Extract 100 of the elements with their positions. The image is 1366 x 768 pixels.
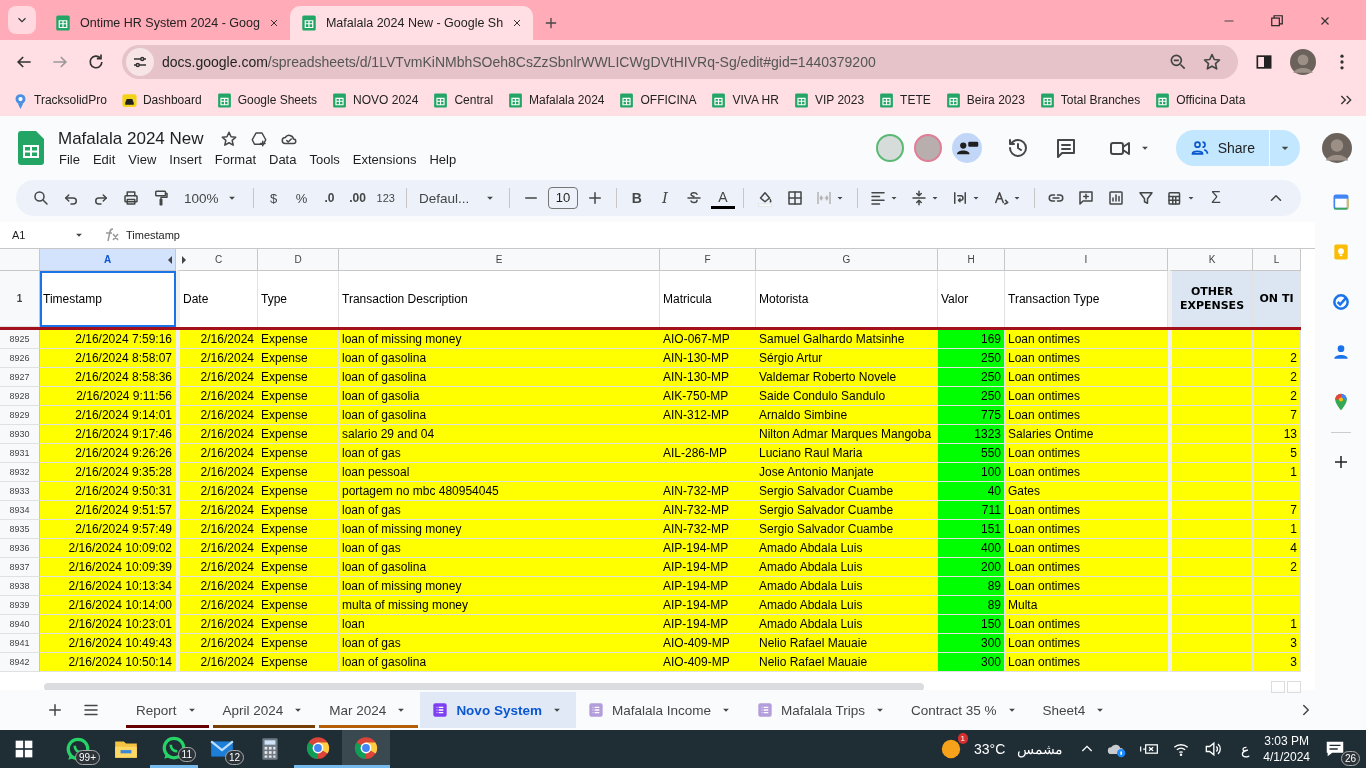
- bookmark[interactable]: Central: [432, 91, 494, 109]
- name-box[interactable]: A1: [0, 228, 86, 242]
- italic-button[interactable]: I: [652, 185, 677, 211]
- bookmark[interactable]: Mafalala 2024: [507, 91, 605, 109]
- bookmark[interactable]: Dashboard: [120, 91, 202, 109]
- percent-button[interactable]: %: [289, 185, 314, 211]
- browser-tab[interactable]: Ontime HR System 2024 - Goog: [44, 6, 290, 40]
- row-number[interactable]: 8942: [0, 653, 40, 672]
- column-header[interactable]: F: [660, 249, 756, 271]
- present-icon[interactable]: [951, 133, 982, 163]
- browser-tab[interactable]: Mafalala 2024 New - Google Sh: [289, 6, 534, 40]
- row-number[interactable]: 8926: [0, 349, 40, 368]
- bookmark[interactable]: NOVO 2024: [331, 91, 419, 109]
- menu-item[interactable]: Insert: [169, 152, 202, 167]
- sheet-tab[interactable]: Report: [124, 692, 211, 728]
- profile-avatar[interactable]: [1290, 49, 1316, 75]
- volume-icon[interactable]: [1203, 739, 1224, 759]
- taskbar-app[interactable]: 12: [198, 730, 246, 768]
- row-number[interactable]: 8939: [0, 596, 40, 615]
- row-number[interactable]: 8930: [0, 425, 40, 444]
- add-comment-icon[interactable]: [1076, 189, 1095, 207]
- taskbar-app[interactable]: 11: [150, 730, 198, 768]
- bookmark[interactable]: Beira 2023: [944, 91, 1025, 109]
- column-header[interactable]: E: [339, 249, 660, 271]
- column-header[interactable]: D: [258, 249, 339, 271]
- text-color-button[interactable]: A: [710, 187, 735, 209]
- currency-button[interactable]: $: [261, 185, 286, 211]
- row-number[interactable]: 8934: [0, 501, 40, 520]
- decrease-decimal-button[interactable]: .0: [317, 185, 342, 211]
- sheet-tab[interactable]: Mafalala Trips: [744, 692, 899, 728]
- column-header[interactable]: C: [176, 249, 258, 271]
- menu-item[interactable]: Tools: [309, 152, 340, 167]
- row-number[interactable]: 8937: [0, 558, 40, 577]
- row-number[interactable]: 8928: [0, 387, 40, 406]
- sheet-tab[interactable]: Mar 2024: [317, 692, 421, 728]
- start-icon[interactable]: [14, 739, 34, 759]
- restore-icon[interactable]: [1270, 14, 1284, 28]
- row-number[interactable]: 8933: [0, 482, 40, 501]
- print-icon[interactable]: [122, 189, 140, 207]
- column-header[interactable]: G: [756, 249, 938, 271]
- bookmark[interactable]: Google Sheets: [215, 91, 318, 109]
- hidden-column-arrow-icon[interactable]: [168, 256, 172, 264]
- zoom-icon[interactable]: [1168, 52, 1188, 72]
- font-select[interactable]: Defaul...: [414, 190, 501, 206]
- move-to-drive-icon[interactable]: [249, 130, 268, 148]
- formula-input[interactable]: Timestamp: [126, 229, 180, 241]
- bookmark[interactable]: Total Branches: [1038, 91, 1141, 109]
- borders-icon[interactable]: [785, 189, 804, 207]
- sheet-tab[interactable]: Sheet4: [1030, 692, 1120, 728]
- row-number[interactable]: 8927: [0, 368, 40, 387]
- menu-item[interactable]: Extensions: [352, 152, 417, 167]
- bookmark[interactable]: VIP 2023: [792, 91, 865, 109]
- profile-avatar[interactable]: [1322, 133, 1352, 163]
- row-number[interactable]: 8935: [0, 520, 40, 539]
- bookmark[interactable]: TracksolidPro: [12, 91, 107, 109]
- row-number[interactable]: 8936: [0, 539, 40, 558]
- bookmark[interactable]: OFFICINA: [618, 91, 697, 109]
- row-number[interactable]: 8938: [0, 577, 40, 596]
- search-icon[interactable]: [32, 189, 50, 207]
- row-number[interactable]: 8929: [0, 406, 40, 425]
- menu-item[interactable]: Edit: [92, 152, 116, 167]
- hidden-column-arrow-icon[interactable]: [182, 256, 186, 264]
- chart-icon[interactable]: [1106, 189, 1125, 207]
- taskbar-app[interactable]: 99+: [54, 730, 102, 768]
- star-icon[interactable]: [219, 130, 238, 148]
- collaborator-avatar[interactable]: [913, 134, 942, 162]
- menu-item[interactable]: Data: [269, 152, 297, 167]
- document-title[interactable]: Mafalala 2024 New: [58, 129, 204, 149]
- sheet-tab[interactable]: April 2024: [210, 692, 318, 728]
- functions-button[interactable]: Σ: [1203, 185, 1228, 211]
- side-panel-icon[interactable]: [1254, 52, 1274, 72]
- notifications-button[interactable]: 26: [1324, 730, 1360, 768]
- row-number[interactable]: 8941: [0, 634, 40, 653]
- column-header[interactable]: A: [40, 249, 176, 271]
- bookmark-star-icon[interactable]: [1202, 52, 1222, 72]
- menu-item[interactable]: File: [59, 152, 80, 167]
- row-number[interactable]: 8932: [0, 463, 40, 482]
- bookmark[interactable]: Officina Data: [1154, 91, 1246, 109]
- zoom-select[interactable]: 100%: [180, 190, 243, 206]
- column-header[interactable]: I: [1005, 249, 1168, 271]
- menu-item[interactable]: View: [128, 152, 157, 167]
- column-header[interactable]: K: [1168, 249, 1253, 271]
- bold-button[interactable]: B: [624, 185, 649, 211]
- fill-color-icon[interactable]: [755, 189, 774, 207]
- tasks-icon[interactable]: [1330, 292, 1351, 312]
- row-number[interactable]: 8940: [0, 615, 40, 634]
- sheet-tab[interactable]: Novo System: [420, 692, 576, 728]
- column-header[interactable]: H: [938, 249, 1005, 271]
- row-number[interactable]: 8925: [0, 330, 40, 349]
- address-bar[interactable]: docs.google.com/spreadsheets/d/1LVTvmKiNMbhSOeh8CsZzSbnlrWWLICWgDVtHIVRq-Sg/edit#gid=1440379200: [122, 45, 1238, 79]
- menu-item[interactable]: Format: [214, 152, 256, 167]
- increase-decimal-button[interactable]: .00: [345, 185, 370, 211]
- bookmark[interactable]: VIVA HR: [710, 91, 779, 109]
- reload-icon[interactable]: [86, 52, 106, 72]
- sheet-tab[interactable]: Contract 35 %: [899, 692, 1031, 728]
- number-format-button[interactable]: 123: [373, 185, 398, 211]
- row-number[interactable]: 8931: [0, 444, 40, 463]
- bookmark[interactable]: TETE: [878, 91, 931, 109]
- input-language[interactable]: ع: [1241, 741, 1250, 757]
- font-size-field[interactable]: 10: [547, 187, 578, 209]
